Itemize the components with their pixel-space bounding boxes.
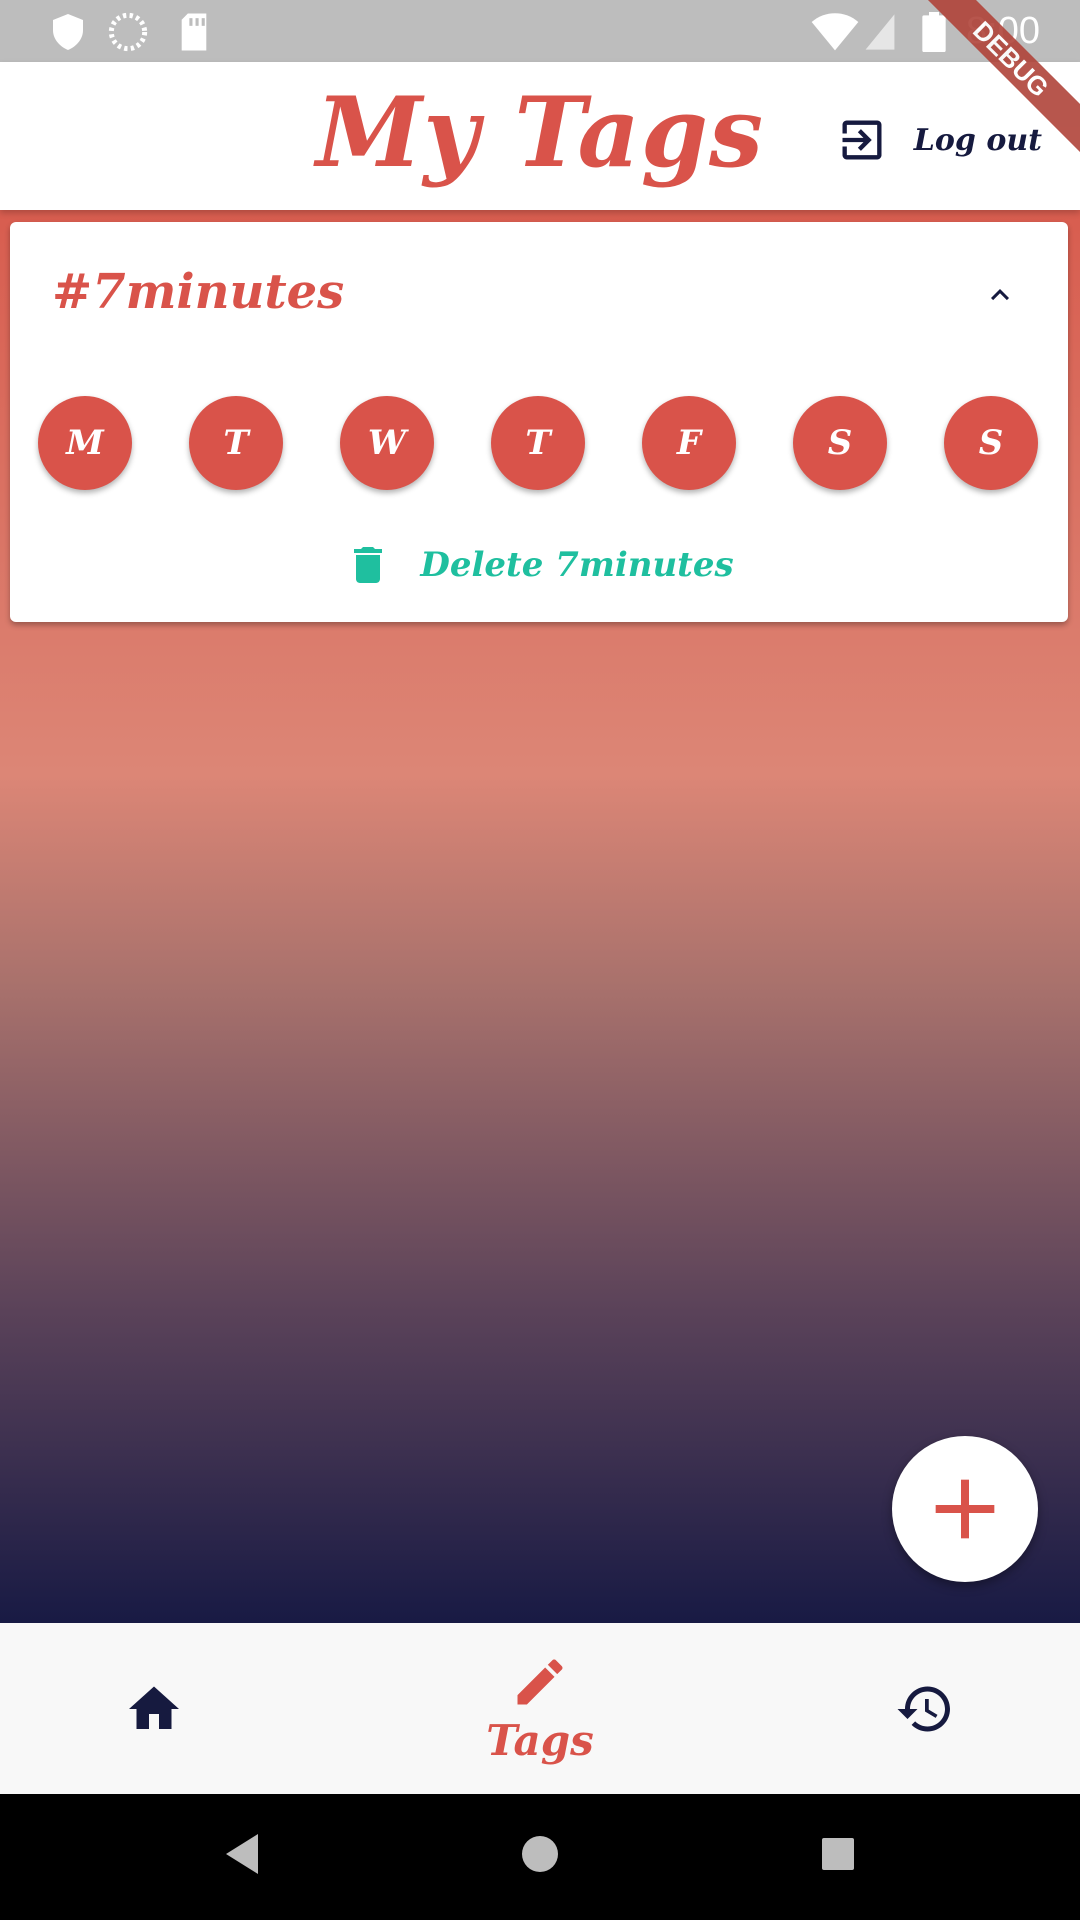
recents-icon[interactable]	[818, 1832, 858, 1876]
day-thursday[interactable]: T	[491, 396, 585, 490]
logout-icon	[842, 120, 882, 160]
logout-label: Log out	[913, 122, 1042, 158]
tag-card: #7minutes M T W T F S S Delete 7minutes	[10, 222, 1068, 622]
content-area: #7minutes M T W T F S S Delete 7minutes	[0, 210, 1080, 1623]
chevron-up-icon	[991, 289, 1009, 301]
home-icon	[129, 1686, 179, 1729]
battery-icon	[922, 12, 946, 52]
day-friday[interactable]: F	[642, 396, 736, 490]
day-selector: M T W T F S S	[38, 396, 1050, 492]
day-monday[interactable]: M	[38, 396, 132, 490]
add-tag-button[interactable]	[892, 1436, 1038, 1582]
bottom-nav: Tags	[0, 1623, 1080, 1794]
sd-card-icon	[181, 13, 207, 51]
delete-tag-label: Delete 7minutes	[420, 545, 734, 585]
nav-item-history[interactable]	[825, 1623, 1025, 1794]
tag-title: #7minutes	[52, 264, 345, 320]
shield-icon	[53, 14, 83, 50]
day-saturday[interactable]: S	[793, 396, 887, 490]
nav-item-tags[interactable]: Tags	[440, 1623, 640, 1794]
day-tuesday[interactable]: T	[189, 396, 283, 490]
system-nav-bar	[0, 1794, 1080, 1920]
collapse-button[interactable]	[982, 277, 1018, 317]
day-sunday[interactable]: S	[944, 396, 1038, 490]
sync-icon	[108, 12, 148, 52]
trash-icon	[354, 547, 383, 583]
nav-item-label: Tags	[486, 1716, 594, 1765]
status-bar: 8:00	[0, 0, 1080, 62]
app-bar: My Tags Log out	[0, 62, 1080, 210]
logout-button[interactable]: Log out	[836, 110, 1042, 170]
pencil-icon	[517, 1659, 563, 1705]
day-wednesday[interactable]: W	[340, 396, 434, 490]
signal-icon	[865, 14, 895, 50]
plus-icon	[935, 1479, 995, 1539]
wifi-icon	[811, 13, 859, 51]
nav-item-home[interactable]	[54, 1623, 254, 1794]
back-icon[interactable]	[222, 1832, 262, 1876]
history-icon	[897, 1686, 950, 1731]
home-circle-icon[interactable]	[520, 1832, 560, 1876]
delete-tag-button[interactable]: Delete 7minutes	[10, 534, 1068, 596]
